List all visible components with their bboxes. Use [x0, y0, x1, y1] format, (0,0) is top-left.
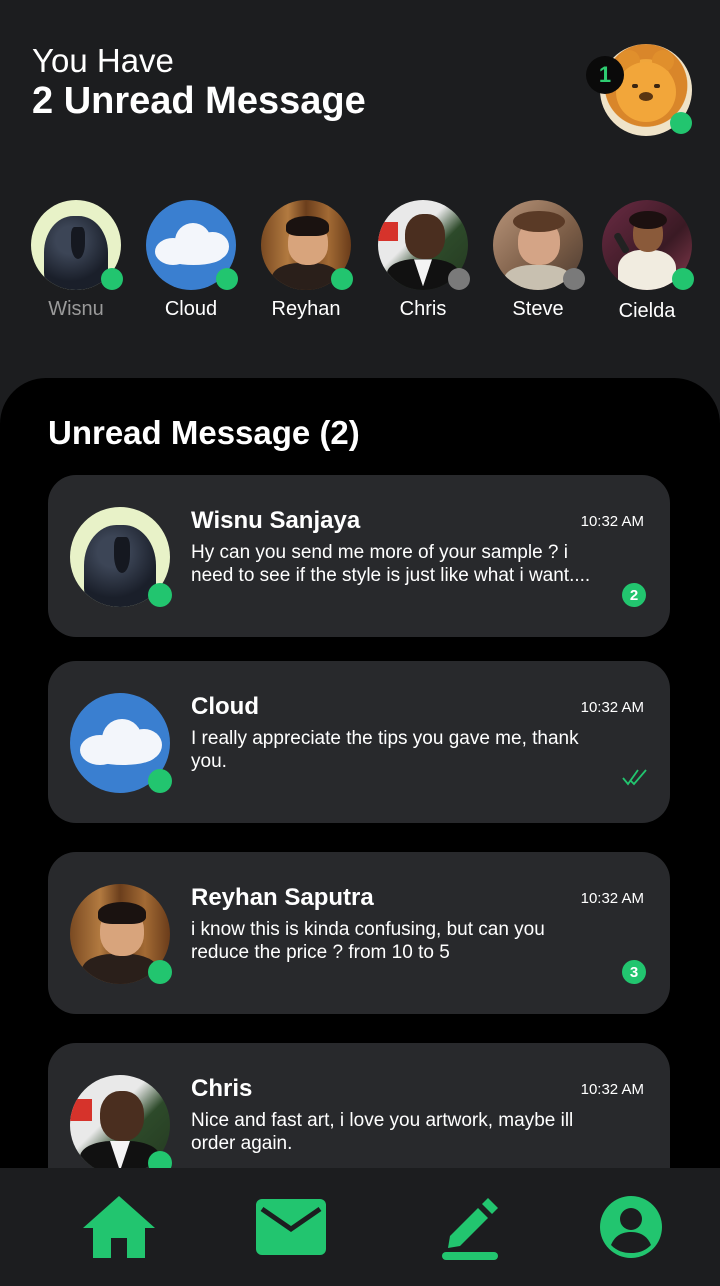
notification-badge: 1 — [586, 56, 624, 94]
online-status-dot — [670, 112, 692, 134]
message-card-reyhan[interactable]: Reyhan Saputra 10:32 AM i know this is k… — [48, 852, 670, 1014]
message-time: 10:32 AM — [580, 699, 644, 716]
nav-compose-button[interactable] — [427, 1192, 507, 1262]
header-greeting: You Have — [32, 42, 174, 79]
message-preview: i know this is kinda confusing, but can … — [191, 919, 545, 963]
header-unread-summary: 2 Unread Message — [32, 80, 366, 122]
message-time: 10:32 AM — [580, 1081, 644, 1098]
message-sender: Reyhan Saputra — [191, 884, 374, 911]
offline-status-dot — [448, 268, 470, 290]
bear-eye — [632, 84, 638, 88]
nav-home-button[interactable] — [79, 1192, 159, 1262]
mail-icon — [256, 1199, 326, 1255]
message-preview: Nice and fast art, i love you artwork, m… — [191, 1110, 574, 1154]
nav-profile-button[interactable] — [591, 1192, 671, 1262]
offline-status-dot — [563, 268, 585, 290]
message-time: 10:32 AM — [580, 890, 644, 907]
story-chris[interactable]: Chris — [368, 200, 478, 321]
edit-icon — [442, 1198, 498, 1260]
bear-eye — [654, 84, 660, 88]
story-name: Steve — [512, 298, 564, 320]
double-check-icon — [622, 769, 647, 786]
message-sender: Wisnu Sanjaya — [191, 507, 361, 534]
story-name: Cloud — [164, 298, 218, 320]
story-name: Reyhan — [271, 298, 341, 320]
nav-messages-button[interactable] — [251, 1192, 331, 1262]
message-sender: Cloud — [191, 693, 259, 720]
online-status-dot — [148, 583, 172, 607]
profile-avatar-button[interactable]: 1 — [586, 44, 692, 136]
profile-icon — [600, 1196, 662, 1258]
online-status-dot — [331, 268, 353, 290]
message-card-wisnu[interactable]: Wisnu Sanjaya 10:32 AM Hy can you send m… — [48, 475, 670, 637]
contacts-stories-row: Wisnu Cloud Reyhan Chris Steve Cielda — [0, 196, 720, 336]
home-icon — [83, 1196, 155, 1258]
unread-section-title: Unread Message (2) — [48, 414, 360, 451]
chat-home-screen: You Have 2 Unread Message 1 Wisnu Cloud … — [0, 0, 720, 1286]
story-steve[interactable]: Steve — [483, 200, 593, 321]
story-name: Cielda — [618, 300, 676, 322]
online-status-dot — [148, 769, 172, 793]
bear-nose — [639, 92, 653, 101]
unread-count-badge: 2 — [622, 583, 646, 607]
online-status-dot — [216, 268, 238, 290]
message-preview: I really appreciate the tips you gave me… — [191, 728, 579, 772]
message-preview: Hy can you send me more of your sample ?… — [191, 542, 591, 586]
online-status-dot — [672, 268, 694, 290]
online-status-dot — [101, 268, 123, 290]
bottom-navigation — [0, 1168, 720, 1286]
story-name: Chris — [399, 298, 447, 320]
story-name: Wisnu — [48, 298, 104, 320]
message-sender: Chris — [191, 1075, 253, 1102]
online-status-dot — [148, 960, 172, 984]
message-card-cloud[interactable]: Cloud 10:32 AM I really appreciate the t… — [48, 661, 670, 823]
unread-count-badge: 3 — [622, 960, 646, 984]
story-cielda[interactable]: Cielda — [592, 200, 702, 323]
story-reyhan[interactable]: Reyhan — [251, 200, 361, 321]
story-cloud[interactable]: Cloud — [136, 200, 246, 321]
story-wisnu[interactable]: Wisnu — [21, 200, 131, 321]
message-time: 10:32 AM — [580, 513, 644, 530]
